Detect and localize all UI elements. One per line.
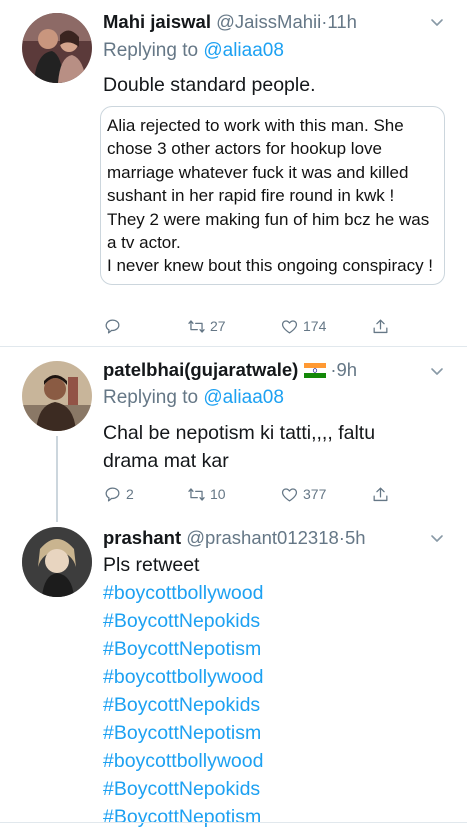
like-icon bbox=[281, 487, 298, 501]
tweet-text: Double standard people. bbox=[103, 74, 316, 96]
hashtag-link[interactable]: #boycottbollywood bbox=[103, 579, 448, 607]
hashtag-link[interactable]: #BoycottNepokids bbox=[103, 775, 448, 803]
india-flag-icon bbox=[304, 363, 327, 378]
like-button[interactable]: 377 bbox=[280, 483, 326, 505]
timestamp[interactable]: 11h bbox=[327, 11, 357, 32]
tweet-header: Mahi jaiswal @JaissMahii·11h bbox=[103, 8, 433, 36]
hashtag-link[interactable]: #BoycottNepokids bbox=[103, 607, 448, 635]
hashtag-link[interactable]: #BoycottNepokids bbox=[103, 691, 448, 719]
share-icon bbox=[373, 319, 388, 333]
reply-icon bbox=[105, 319, 120, 333]
replying-to-label: Replying to bbox=[103, 387, 199, 408]
retweet-count: 27 bbox=[210, 318, 226, 334]
tweet-3[interactable]: prashant @prashant012318·5h Pls retweet … bbox=[0, 517, 467, 830]
quoted-content[interactable]: Alia rejected to work with this man. She… bbox=[100, 106, 445, 285]
chevron-down-icon[interactable] bbox=[429, 530, 445, 546]
timestamp[interactable]: 5h bbox=[345, 527, 366, 548]
retweet-count: 10 bbox=[210, 486, 226, 502]
avatar[interactable] bbox=[22, 361, 92, 431]
mention-link[interactable]: @aliaa08 bbox=[203, 387, 284, 408]
avatar[interactable] bbox=[22, 13, 92, 83]
like-button[interactable]: 174 bbox=[280, 315, 326, 337]
hashtag-link[interactable]: #BoycottNepotism bbox=[103, 803, 448, 830]
chevron-down-icon[interactable] bbox=[429, 363, 445, 379]
tweet-body: Pls retweet bbox=[103, 554, 200, 576]
retweet-icon bbox=[188, 487, 205, 501]
reply-icon bbox=[105, 487, 120, 501]
reply-button[interactable]: 2 bbox=[103, 483, 134, 505]
tweet-header: prashant @prashant012318·5h bbox=[103, 524, 433, 552]
chevron-down-icon[interactable] bbox=[429, 14, 445, 30]
share-button[interactable] bbox=[371, 483, 390, 505]
share-button[interactable] bbox=[371, 315, 390, 337]
tweet-actions: 27 174 bbox=[103, 315, 403, 337]
hashtag-link[interactable]: #BoycottNepotism bbox=[103, 635, 448, 663]
user-handle[interactable]: @JaissMahii bbox=[216, 11, 321, 32]
tweet-text: Pls retweet #boycottbollywood #BoycottNe… bbox=[103, 551, 448, 830]
hashtag-link[interactable]: #boycottbollywood bbox=[103, 663, 448, 691]
tweet-2[interactable]: patelbhai(gujaratwale) ·9h Replying to @… bbox=[0, 347, 467, 517]
share-icon bbox=[373, 487, 388, 501]
timestamp[interactable]: 9h bbox=[337, 359, 358, 380]
tweet-actions: 2 10 377 bbox=[103, 483, 403, 505]
tweet-divider bbox=[0, 822, 467, 823]
display-name[interactable]: patelbhai(gujaratwale) bbox=[103, 359, 298, 380]
hashtag-link[interactable]: #BoycottNepotism bbox=[103, 719, 448, 747]
reply-button[interactable] bbox=[103, 315, 126, 337]
tweet-header: patelbhai(gujaratwale) ·9h bbox=[103, 356, 433, 384]
mention-link[interactable]: @aliaa08 bbox=[203, 40, 284, 61]
tweet-1[interactable]: Mahi jaiswal @JaissMahii·11h Replying to… bbox=[0, 0, 467, 345]
like-count: 377 bbox=[303, 486, 327, 502]
tweet-text: Chal be nepotism ki tatti,,,, faltu dram… bbox=[103, 422, 376, 472]
thread-connector bbox=[56, 436, 58, 522]
avatar[interactable] bbox=[22, 527, 92, 597]
display-name[interactable]: prashant bbox=[103, 527, 181, 548]
like-count: 174 bbox=[303, 318, 327, 334]
like-icon bbox=[281, 319, 298, 333]
replying-to: Replying to @aliaa08 bbox=[103, 385, 284, 411]
retweet-button[interactable]: 10 bbox=[187, 483, 226, 505]
user-handle[interactable]: @prashant012318 bbox=[186, 527, 339, 548]
quoted-text: Alia rejected to work with this man. She… bbox=[107, 116, 434, 276]
replying-to: Replying to @aliaa08 bbox=[103, 38, 284, 64]
retweet-button[interactable]: 27 bbox=[187, 315, 226, 337]
display-name[interactable]: Mahi jaiswal bbox=[103, 11, 211, 32]
replying-to-label: Replying to bbox=[103, 40, 199, 61]
reply-count: 2 bbox=[126, 486, 134, 502]
retweet-icon bbox=[188, 319, 205, 333]
hashtag-link[interactable]: #boycottbollywood bbox=[103, 747, 448, 775]
